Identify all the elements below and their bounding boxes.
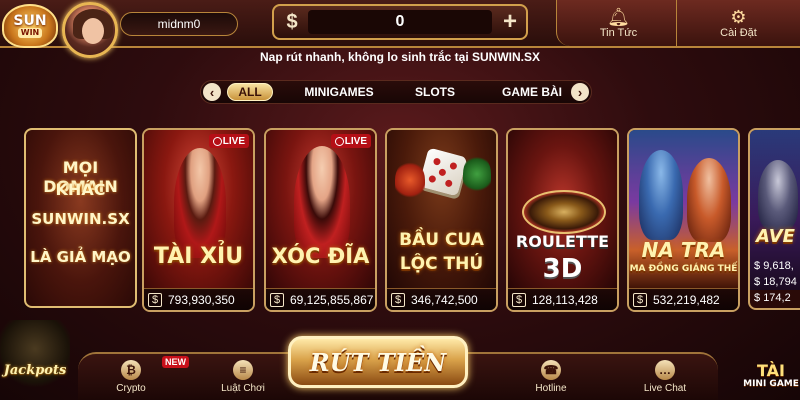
dice-icon — [418, 147, 468, 197]
chevron-right-icon[interactable]: › — [571, 83, 589, 101]
hotline-button[interactable]: ☎ Hotline — [516, 360, 586, 400]
add-funds-button[interactable]: + — [496, 8, 524, 35]
balance-box: $ 0 + — [272, 4, 528, 40]
withdraw-button[interactable]: RÚT TIỀN — [288, 336, 468, 388]
settings-button[interactable]: ⚙ Cài Đặt — [676, 0, 800, 46]
tai-xiu-title: TÀI XỈU — [153, 244, 244, 269]
tai-xiu-mini-button[interactable]: TÀI MINI GAME — [742, 352, 800, 400]
gear-icon: ⚙ — [730, 7, 747, 27]
chevron-left-icon[interactable]: ‹ — [203, 83, 221, 101]
phone-icon: ☎ — [541, 360, 561, 380]
news-label: Tin Tức — [599, 27, 638, 39]
bau-cua-title-2: LỘC THÚ — [399, 254, 484, 274]
game-card-tai-xiu[interactable]: TÀI XỈU LIVE $ 793,930,350 — [142, 128, 255, 312]
jackpot-footer: $ 346,742,500 — [387, 288, 496, 310]
xoc-dia-title: XÓC ĐĨA — [271, 244, 370, 268]
username-text: midnm0 — [157, 17, 201, 31]
bau-cua-title-1: BẦU CUA — [399, 230, 484, 250]
rules-button[interactable]: ≡ Luật Chơi — [208, 360, 278, 400]
bau-cua-artwork: BẦU CUA LỘC THÚ — [387, 130, 496, 290]
live-badge: LIVE — [208, 134, 249, 148]
game-card-bau-cua[interactable]: BẦU CUA LỘC THÚ $ 346,742,500 — [385, 128, 498, 312]
jackpot-value: 793,930,350 — [168, 292, 235, 307]
game-card-roulette-3d[interactable]: ROULETTE 3D $ 128,113,428 — [506, 128, 619, 312]
logo-text-top: SUN — [13, 13, 47, 29]
dollar-icon[interactable]: $ — [278, 9, 306, 35]
game-card-na-tra[interactable]: NA TRA MA ĐỒNG GIÁNG THẾ $ 532,219,482 — [627, 128, 740, 312]
na-tra-title-1: NA TRA — [641, 238, 726, 262]
roulette-artwork: ROULETTE 3D — [508, 130, 617, 290]
dollar-icon: $ — [270, 292, 284, 307]
roulette-title-1: ROULETTE — [515, 232, 610, 251]
news-button[interactable]: 🔔︎ Tin Tức — [556, 0, 680, 46]
promo-banner-text: Nap rút nhanh, không lo sinh trắc tại SU… — [259, 50, 540, 64]
bell-icon: 🔔︎ — [607, 7, 630, 27]
na-tra-artwork: NA TRA MA ĐỒNG GIÁNG THẾ — [629, 130, 738, 290]
jackpot-value-2: $ 18,794 — [754, 276, 797, 288]
dollar-icon: $ — [148, 292, 162, 307]
jackpot-value-3: $ 174,2 — [754, 292, 791, 304]
jackpot-value: 346,742,500 — [411, 292, 478, 307]
withdraw-label: RÚT TIỀN — [309, 347, 447, 377]
game-card-xoc-dia[interactable]: XÓC ĐĨA LIVE $ 69,125,855,867 — [264, 128, 377, 312]
avengers-jackpot-list: $ 9,618, $ 18,794 $ 174,2 — [754, 258, 797, 306]
domain-notice-card: MỌI DOMAIN KHÁC SUNWIN.SX LÀ GIẢ MẠO — [24, 128, 137, 308]
dollar-icon: $ — [633, 292, 647, 307]
tai-xiu-mini-line-2: MINI GAME — [743, 378, 799, 389]
roulette-wheel-icon — [522, 190, 606, 234]
jackpots-label: Jackpots — [3, 363, 67, 378]
sunwin-logo[interactable]: SUN WIN — [2, 4, 58, 48]
crypto-button[interactable]: ₿ Crypto NEW — [96, 356, 189, 400]
rules-label: Luật Chơi — [221, 383, 265, 394]
bitcoin-icon: ₿ — [121, 360, 141, 380]
settings-label: Cài Đặt — [720, 27, 757, 39]
chat-icon: … — [655, 360, 675, 380]
tab-game-bai[interactable]: GAME BÀI — [497, 83, 567, 101]
roulette-title-2: 3D — [542, 254, 583, 284]
book-icon: ≡ — [233, 360, 253, 380]
crypto-label: Crypto — [116, 383, 146, 394]
logo-text-bottom: WIN — [17, 28, 43, 38]
jackpot-value: 532,219,482 — [653, 292, 720, 307]
xoc-dia-artwork: XÓC ĐĨA — [266, 130, 375, 290]
jackpot-footer: $ 532,219,482 — [629, 288, 738, 310]
jackpot-value-1: $ 9,618, — [754, 260, 794, 272]
jackpot-footer: $ 128,113,428 — [508, 288, 617, 310]
dollar-icon: $ — [512, 292, 526, 307]
tai-xiu-mini-line-1: TÀI — [756, 360, 785, 380]
tab-all[interactable]: ALL — [227, 83, 273, 101]
category-tabs: ‹ ALL MINIGAMES SLOTS GAME BÀI › — [200, 80, 592, 104]
livechat-button[interactable]: … Live Chat — [630, 360, 700, 400]
new-badge: NEW — [162, 356, 189, 368]
notice-line-3: SUNWIN.SX — [31, 210, 130, 228]
notice-line-4: LÀ GIẢ MẠO — [30, 248, 131, 266]
jackpot-value: 128,113,428 — [532, 292, 598, 307]
avengers-title: AVE — [756, 226, 795, 247]
tab-slots[interactable]: SLOTS — [407, 83, 463, 101]
jackpot-value: 69,125,855,867 — [290, 292, 374, 307]
jackpots-button[interactable]: Jackpots — [0, 320, 70, 392]
live-badge: LIVE — [330, 134, 371, 148]
hotline-label: Hotline — [535, 383, 567, 394]
notice-line-2: KHÁC — [55, 180, 106, 199]
game-card-avengers[interactable]: AVE $ 9,618, $ 18,794 $ 174,2 — [748, 128, 800, 310]
jackpot-footer: $ 69,125,855,867 — [266, 288, 375, 310]
username-display[interactable]: midnm0 — [120, 12, 238, 36]
tab-minigames[interactable]: MINIGAMES — [297, 83, 381, 101]
tai-xiu-artwork: TÀI XỈU — [144, 130, 253, 290]
livechat-label: Live Chat — [643, 383, 687, 394]
jackpot-footer: $ 793,930,350 — [144, 288, 253, 310]
top-bar: SUN WIN midnm0 $ 0 + 🔔︎ Tin Tức ⚙ Cài Đặ… — [0, 0, 800, 58]
na-tra-title-2: MA ĐỒNG GIÁNG THẾ — [629, 264, 738, 274]
balance-value: 0 — [308, 10, 492, 34]
dollar-icon: $ — [391, 292, 405, 307]
